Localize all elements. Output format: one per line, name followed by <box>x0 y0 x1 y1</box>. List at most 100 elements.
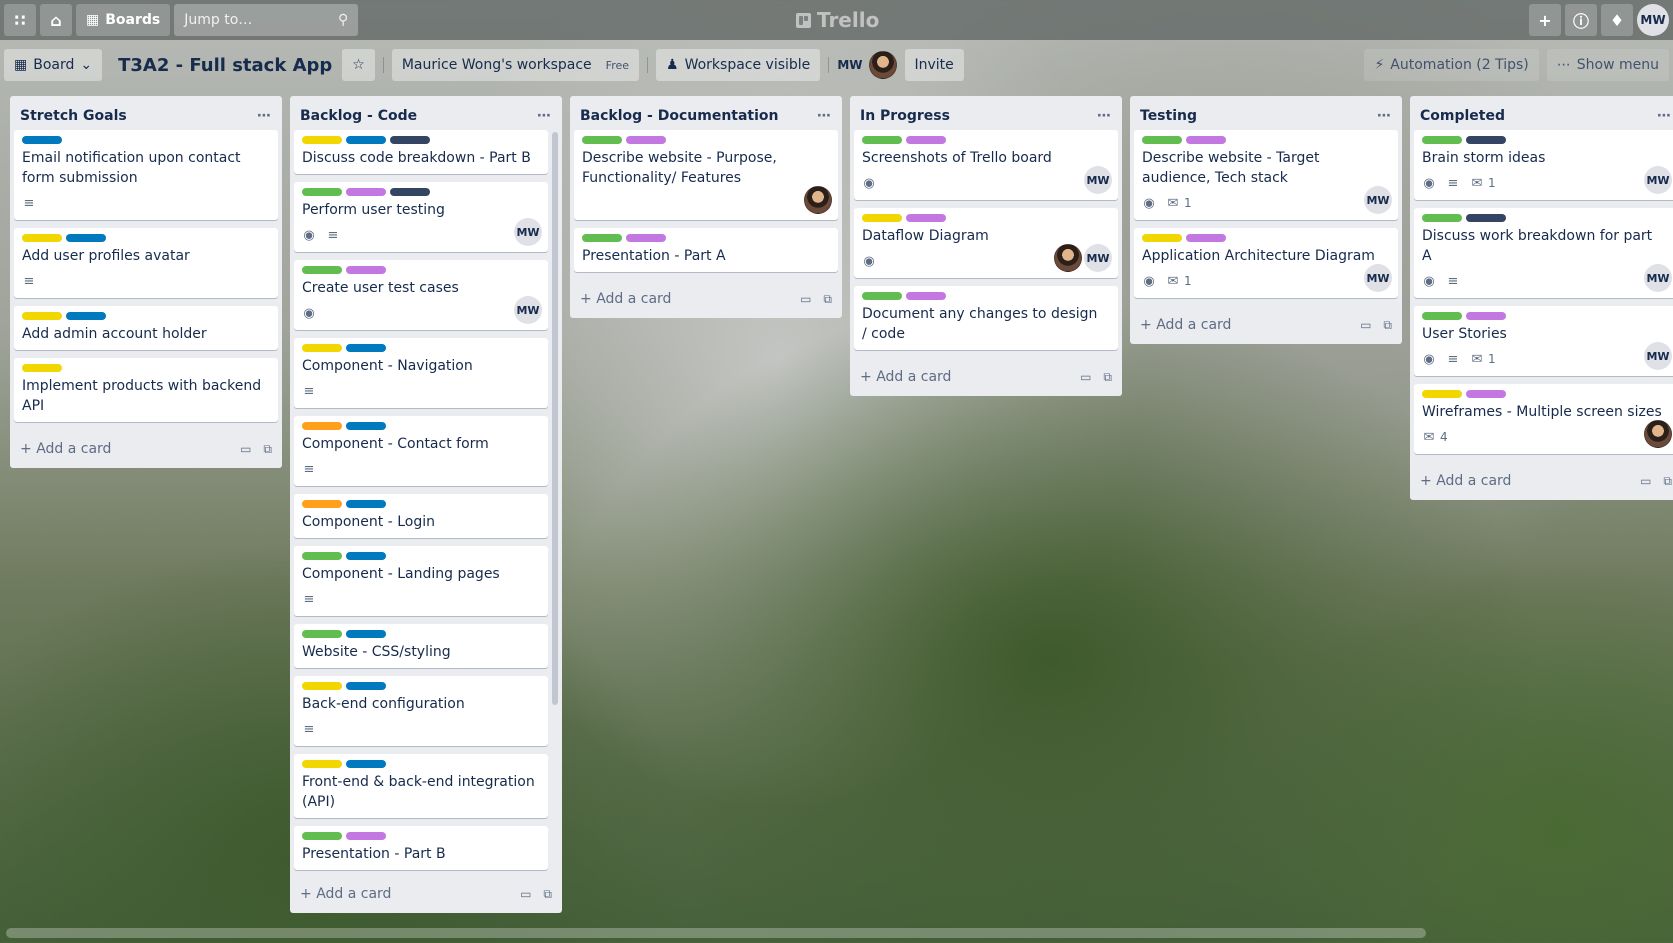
card[interactable]: Create user test cases ◉ MW <box>294 260 548 330</box>
card[interactable]: Presentation - Part B <box>294 826 548 870</box>
card[interactable]: Email notification upon contact form sub… <box>14 130 278 220</box>
member-avatar[interactable]: MW <box>1364 186 1392 214</box>
list-menu-icon[interactable]: ⋯ <box>817 108 832 124</box>
list-menu-icon[interactable]: ⋯ <box>537 108 552 124</box>
list-scrollbar[interactable] <box>552 132 558 705</box>
notifications-bell-icon[interactable]: ♦ <box>1601 4 1633 36</box>
label-purple[interactable] <box>626 234 666 242</box>
list-column[interactable]: Completed ⋯ Brain storm ideas ◉ ≡ ✉ 1 MW Discuss… <box>1410 96 1673 500</box>
card[interactable]: Component - Login <box>294 494 548 538</box>
record-video-icon[interactable]: ▭ <box>1360 318 1371 333</box>
horizontal-scrollbar[interactable] <box>6 928 1426 938</box>
label-yellow[interactable] <box>302 344 342 352</box>
record-video-icon[interactable]: ▭ <box>240 442 251 457</box>
label-yellow[interactable] <box>22 234 62 242</box>
card[interactable]: Discuss work breakdown for part A ◉ ≡ MW <box>1414 208 1673 298</box>
label-purple[interactable] <box>1466 390 1506 398</box>
card[interactable]: Front-end & back-end integration (API) <box>294 754 548 818</box>
label-blue[interactable] <box>346 552 386 560</box>
create-from-template-icon[interactable]: ⧉ <box>543 887 552 902</box>
label-yellow[interactable] <box>22 312 62 320</box>
add-card-button[interactable]: + Add a card <box>1140 317 1231 333</box>
card[interactable]: Back-end configuration ≡ <box>294 676 548 746</box>
label-green[interactable] <box>302 630 342 638</box>
label-purple[interactable] <box>906 292 946 300</box>
label-purple[interactable] <box>346 266 386 274</box>
label-yellow[interactable] <box>862 214 902 222</box>
card[interactable]: Add admin account holder <box>14 306 278 350</box>
label-green[interactable] <box>1142 136 1182 144</box>
list-title[interactable]: In Progress <box>860 108 950 124</box>
workspace-button[interactable]: Maurice Wong's workspace Free <box>391 49 640 81</box>
label-blue[interactable] <box>346 500 386 508</box>
list-menu-icon[interactable]: ⋯ <box>1377 108 1392 124</box>
label-blue[interactable] <box>346 760 386 768</box>
member-avatar[interactable]: MW <box>1644 264 1672 292</box>
label-navy[interactable] <box>390 136 430 144</box>
member-photo-avatar[interactable] <box>868 51 897 79</box>
member-avatar[interactable]: MW <box>514 296 542 324</box>
record-video-icon[interactable]: ▭ <box>1080 370 1091 385</box>
list-title[interactable]: Backlog - Documentation <box>580 108 779 124</box>
member-avatar[interactable]: MW <box>1644 166 1672 194</box>
list-menu-icon[interactable]: ⋯ <box>257 108 272 124</box>
show-menu-button[interactable]: ⋯ Show menu <box>1546 49 1669 81</box>
label-purple[interactable] <box>626 136 666 144</box>
card[interactable]: Screenshots of Trello board ◉ MW <box>854 130 1118 200</box>
list-title[interactable]: Completed <box>1420 108 1505 124</box>
list-menu-icon[interactable]: ⋯ <box>1097 108 1112 124</box>
card[interactable]: Add user profiles avatar ≡ <box>14 228 278 298</box>
jump-to-search[interactable]: Jump to… ⚲ <box>174 4 359 36</box>
card[interactable]: Component - Landing pages ≡ <box>294 546 548 616</box>
card[interactable]: Describe website - Purpose, Functionalit… <box>574 130 838 220</box>
label-navy[interactable] <box>1466 136 1506 144</box>
list-column[interactable]: Backlog - Code ⋯ Discuss code breakdown - … <box>290 96 562 913</box>
label-green[interactable] <box>302 552 342 560</box>
card[interactable]: Application Architecture Diagram ◉ ✉ 1 MW <box>1134 228 1398 298</box>
member-avatar[interactable]: MW <box>514 218 542 246</box>
add-card-button[interactable]: + Add a card <box>860 369 951 385</box>
user-avatar[interactable]: MW <box>1637 4 1669 36</box>
add-card-button[interactable]: + Add a card <box>300 886 391 902</box>
create-from-template-icon[interactable]: ⧉ <box>823 292 832 307</box>
card[interactable]: Document any changes to design / code <box>854 286 1118 350</box>
create-plus-icon[interactable]: + <box>1529 4 1561 36</box>
invite-button[interactable]: Invite <box>904 49 964 81</box>
card[interactable]: Dataflow Diagram ◉ MW <box>854 208 1118 278</box>
list-title[interactable]: Stretch Goals <box>20 108 127 124</box>
card[interactable]: Discuss code breakdown - Part B <box>294 130 548 174</box>
add-card-button[interactable]: + Add a card <box>580 291 671 307</box>
boards-button[interactable]: ▦ Boards <box>76 4 171 36</box>
list-title[interactable]: Testing <box>1140 108 1197 124</box>
card[interactable]: Website - CSS/styling <box>294 624 548 668</box>
apps-grid-icon[interactable]: ∷ <box>4 4 36 36</box>
label-green[interactable] <box>302 188 342 196</box>
label-navy[interactable] <box>1466 214 1506 222</box>
label-purple[interactable] <box>1466 312 1506 320</box>
board-title[interactable]: T3A2 - Full stack App <box>102 55 342 76</box>
card[interactable]: Perform user testing ◉ ≡ MW <box>294 182 548 252</box>
trello-logo[interactable]: Trello <box>796 8 879 32</box>
label-green[interactable] <box>862 292 902 300</box>
label-green[interactable] <box>302 832 342 840</box>
list-column[interactable]: Testing ⋯ Describe website - Target audien… <box>1130 96 1402 344</box>
label-green[interactable] <box>1422 214 1462 222</box>
label-blue[interactable] <box>346 344 386 352</box>
label-green[interactable] <box>1422 136 1462 144</box>
board-members[interactable]: MW <box>837 51 897 79</box>
label-purple[interactable] <box>1186 234 1226 242</box>
label-green[interactable] <box>582 234 622 242</box>
label-purple[interactable] <box>1186 136 1226 144</box>
home-icon[interactable]: ⌂ <box>40 4 72 36</box>
star-button[interactable]: ☆ <box>342 49 375 81</box>
member-avatar[interactable]: MW <box>1084 244 1112 272</box>
label-yellow[interactable] <box>302 682 342 690</box>
label-yellow[interactable] <box>302 760 342 768</box>
label-yellow[interactable] <box>302 136 342 144</box>
label-navy[interactable] <box>390 188 430 196</box>
list-menu-icon[interactable]: ⋯ <box>1657 108 1672 124</box>
record-video-icon[interactable]: ▭ <box>800 292 811 307</box>
member-photo-avatar[interactable] <box>804 186 832 214</box>
label-blue[interactable] <box>346 422 386 430</box>
label-blue[interactable] <box>66 312 106 320</box>
